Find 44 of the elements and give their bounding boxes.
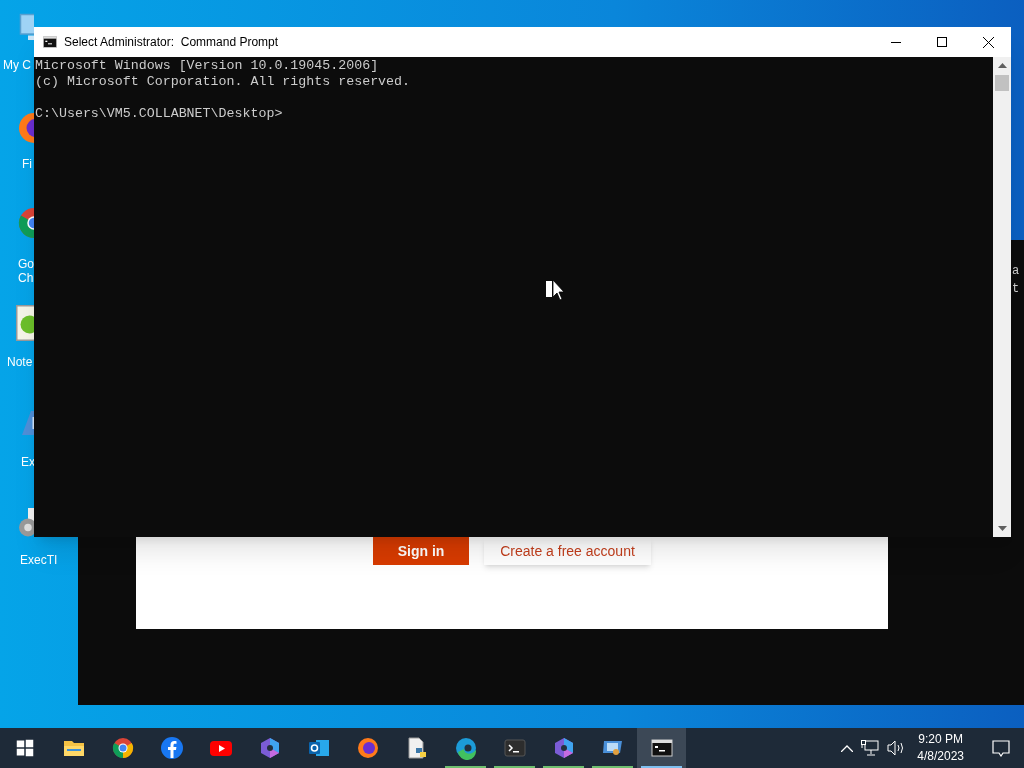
create-account-button[interactable]: Create a free account <box>484 537 651 565</box>
notifications-icon[interactable] <box>992 739 1010 757</box>
minimize-icon <box>891 41 901 43</box>
chevron-up-icon[interactable] <box>841 744 854 752</box>
desktop-icon-label[interactable]: Ch <box>18 271 34 285</box>
console-line: Microsoft Windows [Version 10.0.19045.2006] <box>35 58 379 74</box>
desktop-icon-label[interactable]: Note <box>7 355 33 369</box>
command-prompt-icon <box>649 736 674 760</box>
window-title: Select Administrator: Command Prompt <box>64 34 279 51</box>
running-indicator <box>445 766 486 768</box>
running-indicator <box>494 766 535 768</box>
clock-time[interactable]: 9:20 PM <box>918 731 963 748</box>
clock-date[interactable]: 4/8/2023 <box>917 748 964 765</box>
page-text: a <box>1012 263 1020 280</box>
running-indicator <box>592 766 633 768</box>
running-indicator <box>641 766 682 768</box>
maximize-icon <box>937 37 947 47</box>
edge-icon <box>453 736 478 760</box>
volume-icon[interactable] <box>887 740 906 756</box>
console-line: (c) Microsoft Corporation. All rights reserved. <box>35 74 411 90</box>
running-indicator <box>543 766 584 768</box>
scroll-up-icon <box>997 63 1007 68</box>
desktop-icon-label[interactable]: Ex <box>21 455 35 469</box>
network-icon[interactable] <box>861 740 880 756</box>
notepad-icon <box>16 305 34 341</box>
scrollbar[interactable] <box>993 57 1011 537</box>
windows-logo-icon <box>15 739 34 757</box>
page-text: t <box>1012 281 1020 298</box>
desktop-icon-label[interactable]: ExecTI <box>20 553 58 567</box>
scroll-down-icon <box>997 526 1007 531</box>
console-line: C:\Users\VM5.COLLABNET\Desktop> <box>35 106 283 122</box>
desktop-icon-label[interactable]: Fi <box>22 157 32 171</box>
taskbar-button[interactable] <box>637 728 686 768</box>
scrollbar-thumb[interactable] <box>995 75 1009 91</box>
terminal-icon <box>502 736 527 760</box>
firefox-icon <box>355 736 380 760</box>
chrome-icon <box>110 736 135 760</box>
close-icon <box>982 36 994 48</box>
desktop-icon-label[interactable]: My C <box>3 58 31 72</box>
desktop-icon-label[interactable]: Go <box>18 257 34 271</box>
mouse-cursor-icon <box>546 280 564 301</box>
command-prompt-icon <box>42 34 58 50</box>
facebook-icon <box>159 736 184 760</box>
sign-in-button[interactable]: Sign in <box>373 537 469 565</box>
